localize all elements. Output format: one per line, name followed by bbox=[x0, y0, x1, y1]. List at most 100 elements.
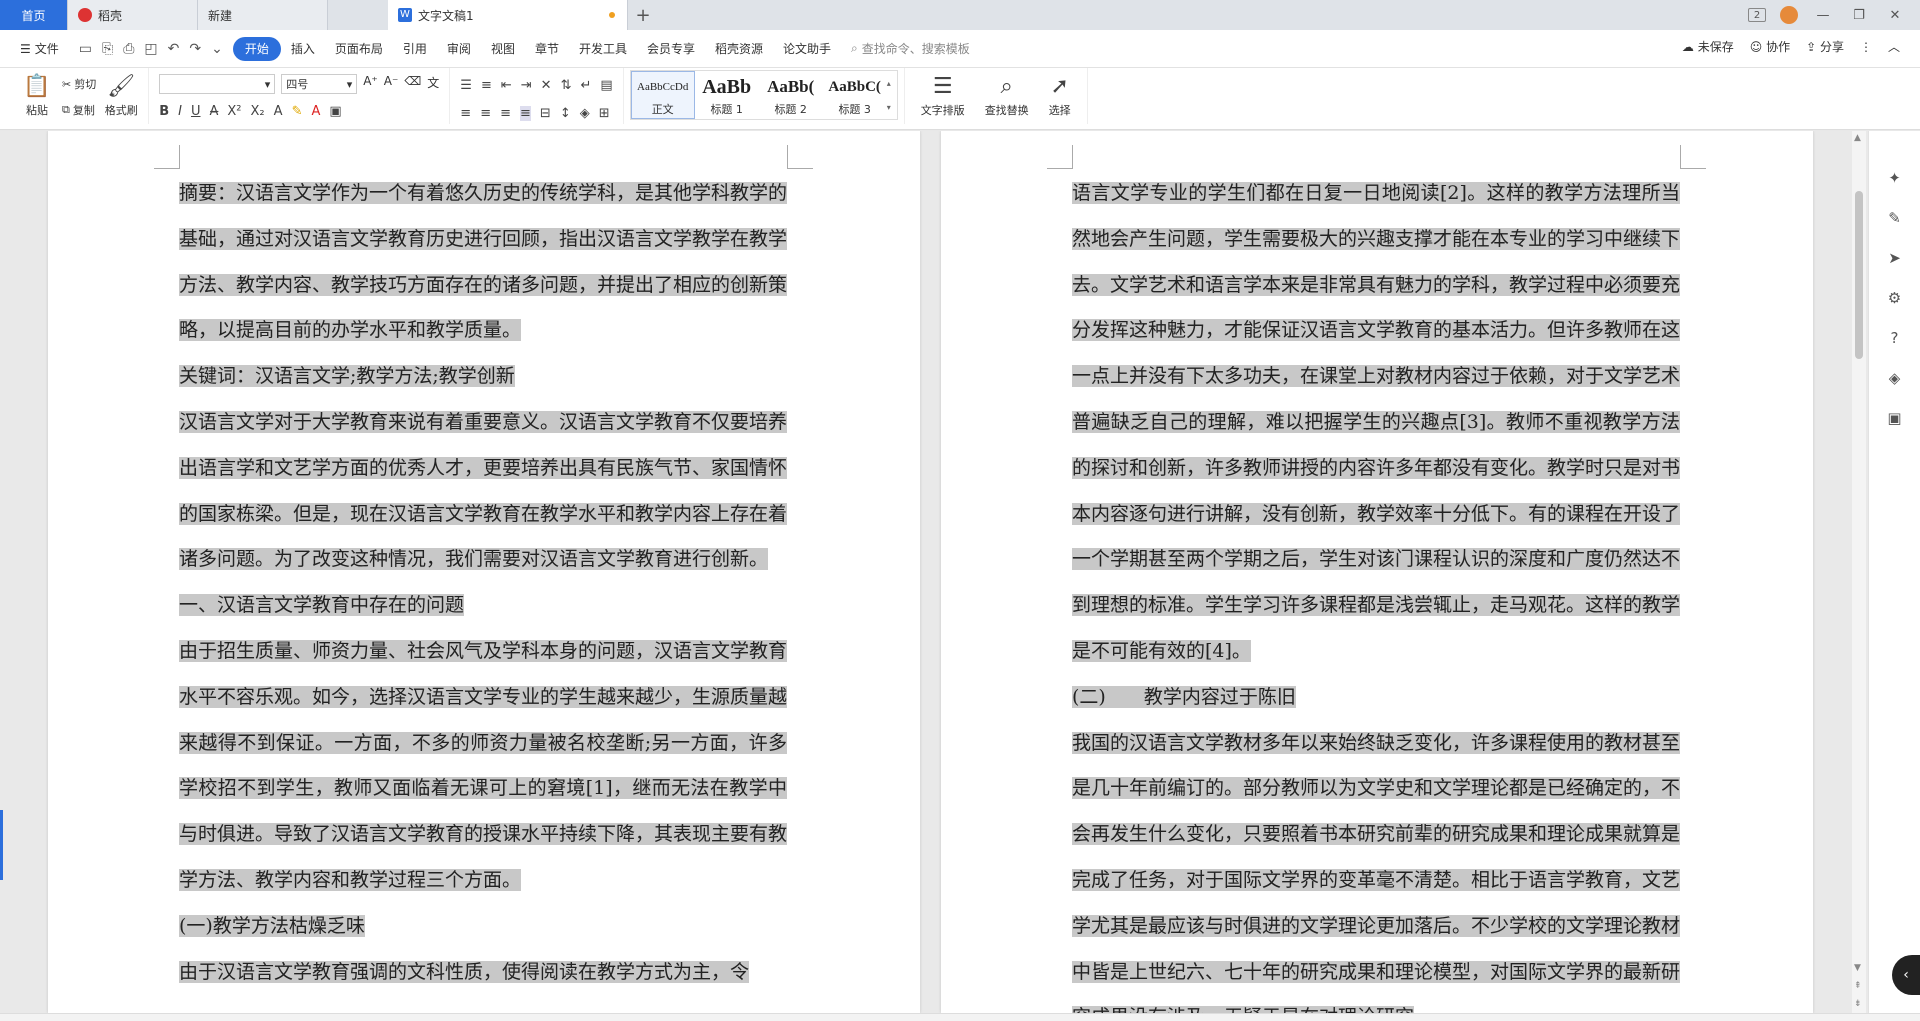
pointer-icon[interactable]: ➤ bbox=[1888, 249, 1901, 267]
line-spacing-icon[interactable]: ↕ bbox=[560, 106, 571, 121]
strikethrough-icon[interactable]: A̶ bbox=[210, 104, 219, 119]
scroll-up-icon[interactable]: ▲ bbox=[1854, 133, 1861, 143]
tab-home-label: 首页 bbox=[21, 8, 46, 23]
tab-document[interactable]: W 文字文稿1 bbox=[388, 0, 628, 30]
text-layout-button[interactable]: ☰ 文字排版 bbox=[911, 72, 975, 118]
close-button[interactable]: ✕ bbox=[1884, 4, 1906, 26]
menu-tab-8[interactable]: 会员专享 bbox=[637, 37, 705, 61]
find-replace-button[interactable]: ⌕ 查找替换 bbox=[975, 72, 1039, 118]
minimize-button[interactable]: — bbox=[1812, 4, 1834, 26]
align-center-icon[interactable]: ≡ bbox=[480, 106, 491, 121]
font-name-select[interactable]: ▾ bbox=[159, 74, 276, 94]
clear-format-icon[interactable]: ⌫ bbox=[404, 74, 421, 94]
format-painter-button[interactable]: 🖌 格式刷 bbox=[100, 72, 142, 118]
font-size-select[interactable]: 四号 ▾ bbox=[281, 74, 358, 94]
menu-tab-10[interactable]: 论文助手 bbox=[773, 37, 841, 61]
shrink-font-icon[interactable]: A⁻ bbox=[384, 74, 399, 94]
phonetic-icon[interactable]: 文 bbox=[427, 74, 439, 94]
subscript-icon[interactable]: X₂ bbox=[251, 104, 265, 119]
style-scroll[interactable]: ▴ ▾ bbox=[887, 71, 897, 119]
avatar[interactable] bbox=[1780, 6, 1798, 24]
menu-tab-7[interactable]: 开发工具 bbox=[569, 37, 637, 61]
next-page-icon[interactable]: ⇟ bbox=[1854, 999, 1862, 1009]
unsaved-button[interactable]: ☁ 未保存 bbox=[1682, 38, 1734, 55]
restore-button[interactable]: ❐ bbox=[1848, 4, 1870, 26]
show-marks-icon[interactable]: ↵ bbox=[580, 78, 591, 93]
sort-icon[interactable]: ⇅ bbox=[561, 78, 572, 93]
bold-icon[interactable]: B bbox=[159, 104, 169, 119]
increase-indent-icon[interactable]: ⇥ bbox=[521, 78, 532, 93]
more-icon[interactable]: ⋮ bbox=[1860, 40, 1872, 54]
superscript-icon[interactable]: X² bbox=[227, 104, 241, 119]
body-paragraph: 语言文学专业的学生们都在日复一日地阅读[2]。这样的教学方法理所当然地会产生问题… bbox=[1072, 171, 1681, 675]
highlight-icon[interactable]: ✎ bbox=[292, 104, 303, 119]
copy-button[interactable]: ⧉ 复制 bbox=[62, 100, 96, 120]
bullet-list-icon[interactable]: ☰ bbox=[460, 78, 472, 93]
menu-tab-3[interactable]: 引用 bbox=[393, 37, 437, 61]
align-left-icon[interactable]: ≡ bbox=[460, 106, 471, 121]
menu-tab-2[interactable]: 页面布局 bbox=[325, 37, 393, 61]
document-page-1[interactable]: 摘要：汉语言文学作为一个有着悠久历史的传统学科，是其他学科教学的基础，通过对汉语… bbox=[48, 131, 920, 1013]
style-preview: AaBbCcDd bbox=[637, 81, 689, 93]
print-icon[interactable]: ⎙ bbox=[123, 41, 134, 57]
prev-page-icon[interactable]: ⇞ bbox=[1854, 981, 1862, 991]
ai-icon[interactable]: ✦ bbox=[1888, 169, 1901, 187]
table-icon[interactable]: ▤ bbox=[600, 78, 612, 93]
collab-button[interactable]: ☺ 协作 bbox=[1750, 38, 1790, 55]
underline-icon[interactable]: U bbox=[191, 104, 201, 119]
add-tab-button[interactable]: + bbox=[628, 0, 658, 30]
shading-icon[interactable]: ◈ bbox=[580, 106, 590, 121]
export-pdf-icon[interactable]: ⎘ bbox=[102, 41, 113, 57]
collapse-ribbon-icon[interactable]: ︿ bbox=[1888, 38, 1900, 55]
font-color-icon[interactable]: A bbox=[311, 104, 320, 119]
scrollbar-thumb[interactable] bbox=[1855, 191, 1863, 359]
redo-icon[interactable]: ↷ bbox=[189, 41, 201, 57]
file-menu[interactable]: ☰ 文件 bbox=[10, 37, 69, 61]
vertical-scrollbar[interactable]: ▲ ▼ ⇞ ⇟ bbox=[1852, 131, 1866, 1013]
italic-icon[interactable]: I bbox=[178, 104, 182, 119]
scroll-down-icon[interactable]: ▼ bbox=[1854, 963, 1861, 973]
distributed-icon[interactable]: ⊟ bbox=[540, 106, 551, 121]
help-icon[interactable]: ? bbox=[1891, 329, 1899, 347]
window-count-badge[interactable]: 2 bbox=[1748, 8, 1766, 22]
document-page-2[interactable]: 语言文学专业的学生们都在日复一日地阅读[2]。这样的教学方法理所当然地会产生问题… bbox=[941, 131, 1813, 1013]
share-button[interactable]: ⇪ 分享 bbox=[1806, 38, 1844, 55]
text-effect-icon[interactable]: A bbox=[274, 104, 283, 119]
style-heading-2[interactable]: AaBb(标题 2 bbox=[759, 71, 823, 119]
tab-new[interactable]: 新建 bbox=[198, 0, 328, 30]
undo-icon[interactable]: ↶ bbox=[168, 41, 180, 57]
paste-button[interactable]: 📋 粘贴 bbox=[16, 72, 58, 118]
menu-tab-4[interactable]: 审阅 bbox=[437, 37, 481, 61]
border-icon[interactable]: ⊞ bbox=[599, 106, 610, 121]
command-search[interactable]: ⌕ 查找命令、搜索模板 bbox=[851, 40, 970, 57]
chevron-down-icon[interactable]: ⌄ bbox=[211, 41, 223, 57]
cut-button[interactable]: ✂ 剪切 bbox=[62, 74, 96, 94]
layers-icon[interactable]: ◈ bbox=[1889, 369, 1901, 387]
style-heading-1[interactable]: AaBb 标题 1 bbox=[695, 71, 759, 119]
tab-home[interactable]: 首页 bbox=[0, 0, 68, 30]
decrease-indent-icon[interactable]: ⇤ bbox=[501, 78, 512, 93]
save-icon[interactable]: ▭ bbox=[79, 41, 92, 57]
select-button[interactable]: ➚ 选择 bbox=[1039, 72, 1081, 118]
settings-sliders-icon[interactable]: ⚙ bbox=[1888, 289, 1901, 307]
menu-tab-1[interactable]: 插入 bbox=[281, 37, 325, 61]
copy-icon: ⧉ bbox=[62, 103, 70, 116]
menu-tab-9[interactable]: 稻壳资源 bbox=[705, 37, 773, 61]
grow-font-icon[interactable]: A⁺ bbox=[363, 74, 378, 94]
pen-icon[interactable]: ✎ bbox=[1888, 209, 1901, 227]
numbered-list-icon[interactable]: ≡ bbox=[481, 78, 492, 93]
tab-daoke[interactable]: 稻壳 bbox=[68, 0, 198, 30]
justify-icon[interactable]: ≡ bbox=[520, 105, 531, 121]
left-panel-handle[interactable] bbox=[0, 810, 3, 880]
style-heading-3[interactable]: AaBbC(标题 3 bbox=[823, 71, 887, 119]
image-edit-icon[interactable]: ▣ bbox=[1887, 409, 1901, 427]
menu-tab-5[interactable]: 视图 bbox=[481, 37, 525, 61]
menu-tab-0[interactable]: 开始 bbox=[232, 36, 281, 61]
style-normal[interactable]: AaBbCcDd 正文 bbox=[630, 71, 695, 119]
chinese-layout-icon[interactable]: ✕ bbox=[541, 78, 552, 93]
crop-mark bbox=[787, 145, 788, 169]
char-border-icon[interactable]: ▣ bbox=[329, 104, 341, 119]
print-preview-icon[interactable]: ◰ bbox=[144, 41, 157, 57]
menu-tab-6[interactable]: 章节 bbox=[525, 37, 569, 61]
align-right-icon[interactable]: ≡ bbox=[500, 106, 511, 121]
